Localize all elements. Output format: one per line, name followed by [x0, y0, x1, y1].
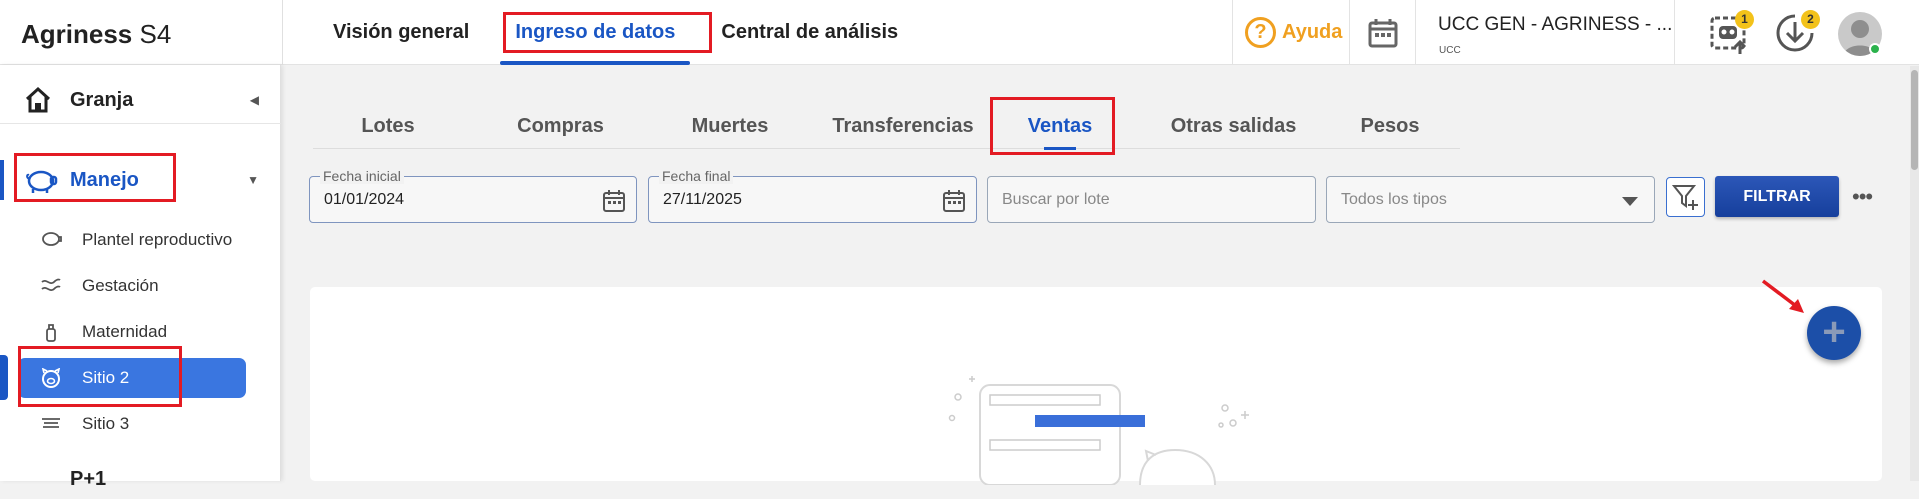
tasks-badge: 1	[1735, 10, 1754, 29]
active-item-marker	[0, 355, 8, 400]
filter-button[interactable]: FILTRAR	[1715, 176, 1839, 217]
type-select-value: Todos los tipos	[1341, 191, 1447, 208]
end-date-label: Fecha final	[659, 168, 734, 184]
sow-icon	[42, 232, 62, 246]
pig-icon	[26, 170, 58, 193]
more-options-icon[interactable]: •••	[1852, 184, 1873, 210]
dropdown-arrow-icon	[1622, 197, 1638, 206]
sidebar-item-label: Plantel reproductivo	[82, 230, 233, 249]
calendar-icon[interactable]	[602, 189, 626, 213]
sidebar-item-label: Maternidad	[82, 322, 168, 341]
chevron-down-icon: ▼	[247, 173, 259, 187]
sidebar: Granja ◀ Manejo ▼ Plantel reproductivo G…	[0, 65, 281, 490]
organization-code: UCC	[1439, 45, 1461, 56]
advanced-filter-button[interactable]	[1666, 177, 1705, 217]
tasks-button[interactable]: 1	[1706, 10, 1754, 56]
divider	[0, 123, 281, 124]
tab-otras-salidas[interactable]: Otras salidas	[1151, 105, 1316, 149]
add-sale-button[interactable]: +	[1807, 306, 1861, 360]
help-button[interactable]: ? Ayuda	[1232, 0, 1350, 65]
home-icon	[25, 86, 51, 113]
scale-icon	[42, 418, 60, 428]
sidebar-item-manejo[interactable]: Manejo ▼	[0, 160, 281, 200]
help-icon: ?	[1245, 17, 1276, 48]
search-lote-input[interactable]: Buscar por lote	[987, 176, 1316, 223]
type-select[interactable]: Todos los tipos	[1326, 176, 1655, 223]
start-date-field[interactable]: Fecha inicial 01/01/2024	[309, 168, 637, 223]
annotation-arrow	[1761, 279, 1804, 313]
sidebar-item-granja[interactable]: Granja ◀	[0, 80, 281, 120]
start-date-value: 01/01/2024	[324, 191, 405, 208]
tab-pesos[interactable]: Pesos	[1345, 105, 1435, 149]
gestation-icon	[41, 278, 61, 292]
tab-ventas[interactable]: Ventas	[1010, 105, 1110, 150]
downloads-button[interactable]: 2	[1772, 10, 1820, 56]
online-status-indicator	[1869, 43, 1881, 55]
end-date-value: 27/11/2025	[663, 191, 742, 208]
tab-transferencias[interactable]: Transferencias	[813, 105, 993, 149]
calendar-button[interactable]	[1350, 0, 1416, 65]
sidebar-item-p1[interactable]: P+1	[0, 459, 281, 499]
calendar-icon	[1368, 18, 1397, 47]
sidebar-item-label: Gestación	[82, 276, 159, 295]
sidebar-item-sitio-3[interactable]: Sitio 3	[0, 404, 281, 444]
content-card	[310, 287, 1882, 485]
start-date-label: Fecha inicial	[320, 168, 404, 184]
nav-vision-general[interactable]: Visión general	[310, 0, 492, 65]
help-label: Ayuda	[1282, 21, 1343, 43]
downloads-badge: 2	[1801, 10, 1820, 29]
sidebar-item-plantel-reproductivo[interactable]: Plantel reproductivo	[0, 220, 281, 260]
nav-ingreso-de-datos[interactable]: Ingreso de datos	[492, 0, 698, 65]
empty-state-illustration	[948, 376, 1249, 485]
sidebar-manejo-label: Manejo	[70, 168, 139, 191]
sidebar-granja-label: Granja	[70, 88, 134, 111]
sidebar-item-sitio-2[interactable]: Sitio 2	[18, 358, 246, 398]
organization-selector[interactable]: UCC GEN - AGRINESS - ... UCC	[1420, 0, 1675, 65]
bottle-icon	[46, 324, 56, 342]
sidebar-item-maternidad[interactable]: Maternidad	[0, 312, 281, 352]
tab-compras[interactable]: Compras	[503, 105, 618, 149]
app-logo[interactable]: Agriness S4	[21, 19, 171, 50]
calendar-icon[interactable]	[942, 189, 966, 213]
divider	[282, 0, 283, 65]
search-lote-placeholder: Buscar por lote	[1002, 191, 1110, 208]
sidebar-p1-label: P+1	[70, 467, 107, 490]
main-nav: Visión general Ingreso de datos Central …	[310, 0, 921, 65]
nav-central-de-analisis[interactable]: Central de análisis	[698, 0, 921, 65]
filter-add-icon	[1671, 185, 1698, 210]
scrollbar-thumb[interactable]	[1911, 70, 1918, 170]
tab-lotes[interactable]: Lotes	[345, 105, 431, 149]
collapse-left-icon: ◀	[249, 93, 259, 107]
sidebar-item-label: Sitio 2	[82, 368, 130, 387]
organization-name: UCC GEN - AGRINESS - ...	[1438, 14, 1673, 35]
plus-icon: +	[1822, 310, 1846, 354]
sidebar-item-gestacion[interactable]: Gestación	[0, 266, 281, 306]
end-date-field[interactable]: Fecha final 27/11/2025	[648, 168, 977, 223]
sidebar-item-label: Sitio 3	[82, 414, 130, 433]
data-entry-tabs: Lotes Compras Muertes Transferencias Ven…	[313, 105, 1460, 150]
piglet-face-icon	[41, 368, 61, 388]
scrollbar[interactable]	[1910, 66, 1919, 481]
tab-muertes[interactable]: Muertes	[670, 105, 790, 149]
top-bar: Agriness S4 Visión general Ingreso de da…	[0, 0, 1919, 65]
